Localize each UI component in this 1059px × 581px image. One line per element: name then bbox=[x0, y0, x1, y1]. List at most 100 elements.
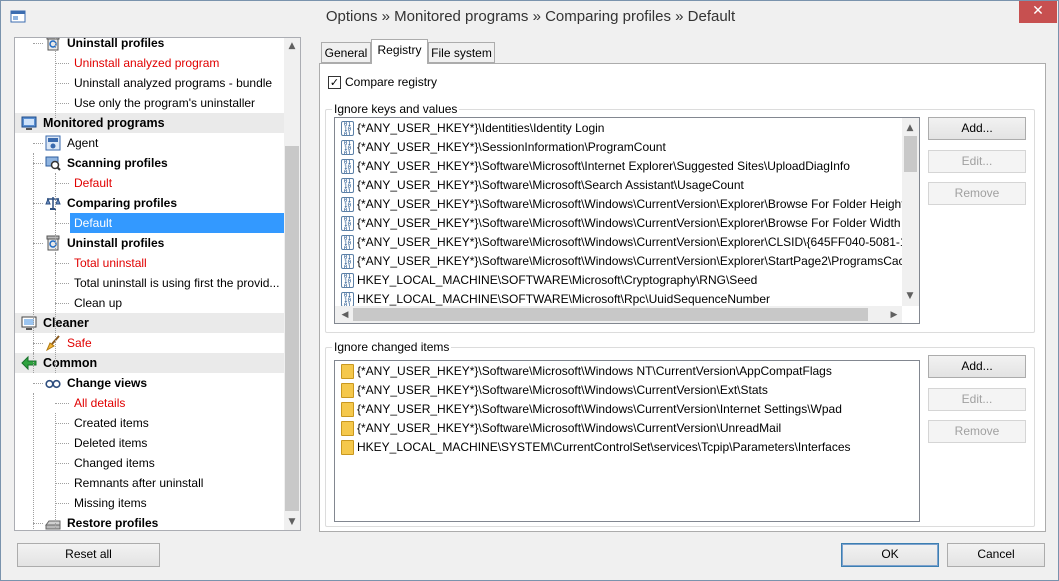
tree-item-label: Remnants after uninstall bbox=[74, 476, 204, 490]
tree-connector bbox=[33, 43, 43, 44]
tab-general[interactable]: General bbox=[321, 42, 371, 63]
list-item[interactable]: 01 10 01 {*ANY_USER_HKEY*}\Identities\Ident… bbox=[335, 119, 905, 138]
title-bar: Options » Monitored programs » Comparing… bbox=[1, 1, 1058, 32]
keys-vertical-scrollbar[interactable]: ▲ ▼ bbox=[902, 118, 919, 306]
scroll-up-icon[interactable]: ▲ bbox=[902, 120, 918, 136]
tree-item-label: Change views bbox=[67, 376, 148, 390]
list-item-text: {*ANY_USER_HKEY*}\Software\Microsoft\Win… bbox=[357, 216, 901, 230]
scroll-down-icon[interactable]: ▼ bbox=[902, 288, 918, 304]
list-item[interactable]: 01 10 01 {*ANY_USER_HKEY*}\Software\Microso… bbox=[335, 195, 905, 214]
folder-icon bbox=[341, 383, 354, 398]
ignore-keys-remove-button[interactable]: Remove bbox=[928, 182, 1026, 205]
scroll-up-icon[interactable]: ▲ bbox=[284, 38, 300, 54]
scrollbar-thumb[interactable] bbox=[285, 146, 299, 511]
list-item[interactable]: {*ANY_USER_HKEY*}\Software\Microsoft\Win… bbox=[335, 400, 905, 419]
compare-registry-label[interactable]: Compare registry bbox=[345, 75, 437, 89]
list-item[interactable]: HKEY_LOCAL_MACHINE\SYSTEM\CurrentControl… bbox=[335, 438, 905, 457]
scrollbar-thumb[interactable] bbox=[353, 308, 868, 321]
tree-item-label: Total uninstall is using first the provi… bbox=[74, 276, 280, 290]
ignore-changed-edit-button[interactable]: Edit... bbox=[928, 388, 1026, 411]
list-item[interactable]: 01 10 01 {*ANY_USER_HKEY*}\Software\Microso… bbox=[335, 233, 919, 252]
tree-item-label: Agent bbox=[67, 136, 99, 150]
tree-connector bbox=[33, 143, 43, 144]
tree-item-label: Deleted items bbox=[74, 436, 148, 450]
tree-item-label: Clean up bbox=[74, 296, 123, 310]
registry-value-icon: 01 10 01 bbox=[341, 254, 354, 269]
tree-connector bbox=[55, 503, 69, 504]
cleaner-icon bbox=[21, 315, 37, 331]
list-item-text: {*ANY_USER_HKEY*}\Software\Microsoft\Win… bbox=[357, 383, 768, 397]
ignore-changed-list[interactable]: {*ANY_USER_HKEY*}\Software\Microsoft\Win… bbox=[334, 360, 920, 522]
tree-connector bbox=[33, 343, 43, 344]
scan-icon bbox=[45, 155, 61, 171]
ok-button[interactable]: OK bbox=[841, 543, 939, 567]
scrollbar-thumb[interactable] bbox=[904, 136, 917, 172]
list-item[interactable]: {*ANY_USER_HKEY*}\Software\Microsoft\Win… bbox=[335, 419, 905, 438]
tree-connector bbox=[33, 243, 43, 244]
list-item[interactable]: 01 10 01 {*ANY_USER_HKEY*}\SessionInformati… bbox=[335, 138, 905, 157]
list-item[interactable]: 01 10 01 {*ANY_USER_HKEY*}\Software\Microso… bbox=[335, 176, 905, 195]
tree-item[interactable]: Scanning profiles bbox=[15, 153, 285, 173]
uninstall-icon bbox=[45, 235, 61, 251]
list-item-text: {*ANY_USER_HKEY*}\Software\Microsoft\Win… bbox=[357, 402, 842, 416]
tree-guide-line bbox=[55, 38, 56, 118]
tree-connector bbox=[55, 183, 69, 184]
ignore-keys-add-button[interactable]: Add... bbox=[928, 117, 1026, 140]
tree-connector bbox=[55, 483, 69, 484]
list-item[interactable]: {*ANY_USER_HKEY*}\Software\Microsoft\Win… bbox=[335, 362, 905, 381]
ignore-keys-edit-button[interactable]: Edit... bbox=[928, 150, 1026, 173]
tab-file-system[interactable]: File system bbox=[428, 42, 495, 63]
agent-icon bbox=[45, 135, 61, 151]
tree-scrollbar[interactable]: ▲ ▼ bbox=[284, 38, 300, 530]
tree-connector bbox=[55, 83, 69, 84]
tree-connector bbox=[33, 163, 43, 164]
tree-guide-line bbox=[33, 393, 34, 530]
keys-horizontal-scrollbar[interactable]: ◀ ▶ bbox=[335, 306, 902, 323]
list-item[interactable]: {*ANY_USER_HKEY*}\Software\Microsoft\Win… bbox=[335, 381, 905, 400]
tree-connector bbox=[55, 283, 69, 284]
scales-icon bbox=[45, 195, 61, 211]
registry-value-icon: 01 10 01 bbox=[341, 178, 354, 193]
tab-registry[interactable]: Registry bbox=[371, 39, 428, 64]
ignore-changed-label: Ignore changed items bbox=[332, 340, 452, 354]
scroll-down-icon[interactable]: ▼ bbox=[284, 514, 300, 530]
ignore-changed-add-button[interactable]: Add... bbox=[928, 355, 1026, 378]
ignore-keys-list[interactable]: 01 10 01 {*ANY_USER_HKEY*}\Identities\Ident… bbox=[334, 117, 920, 324]
registry-value-icon: 01 10 01 bbox=[341, 292, 354, 307]
registry-value-icon: 01 10 01 bbox=[341, 197, 354, 212]
tree-item[interactable]: Change views bbox=[15, 373, 285, 393]
list-item-text: HKEY_LOCAL_MACHINE\SYSTEM\CurrentControl… bbox=[357, 440, 851, 454]
close-button[interactable]: ✕ bbox=[1019, 1, 1057, 23]
list-item[interactable]: 01 10 01 HKEY_LOCAL_MACHINE\SOFTWARE\Micros… bbox=[335, 271, 905, 290]
tree-item-label: Safe bbox=[67, 336, 92, 350]
tree-connector bbox=[55, 63, 69, 64]
list-item[interactable]: 01 10 01 {*ANY_USER_HKEY*}\Software\Microso… bbox=[335, 252, 911, 271]
tree-item-label: Default bbox=[74, 216, 113, 230]
tree-item-label: Uninstall profiles bbox=[67, 236, 165, 250]
tree-item-label: Total uninstall bbox=[74, 256, 147, 270]
scroll-right-icon[interactable]: ▶ bbox=[886, 307, 902, 323]
options-tree[interactable]: Uninstall profiles Uninstall analyzed pro… bbox=[14, 37, 301, 531]
ignore-changed-remove-button[interactable]: Remove bbox=[928, 420, 1026, 443]
tree-item[interactable]: Agent bbox=[15, 133, 285, 153]
registry-value-icon: 01 10 01 bbox=[341, 273, 354, 288]
tree-connector bbox=[55, 403, 69, 404]
cancel-button[interactable]: Cancel bbox=[947, 543, 1045, 567]
list-item-text: {*ANY_USER_HKEY*}\Software\Microsoft\Win… bbox=[357, 364, 832, 378]
reset-all-button[interactable]: Reset all bbox=[17, 543, 160, 567]
compare-registry-checkbox[interactable]: ✓ bbox=[328, 76, 341, 89]
list-item[interactable]: 01 10 01 {*ANY_USER_HKEY*}\Software\Microso… bbox=[335, 157, 905, 176]
registry-value-icon: 01 10 01 bbox=[341, 159, 354, 174]
tree-connector bbox=[55, 443, 69, 444]
list-item-text: {*ANY_USER_HKEY*}\Software\Microsoft\Sea… bbox=[357, 178, 744, 192]
tree-item-label: Common bbox=[43, 356, 98, 370]
list-item-text: {*ANY_USER_HKEY*}\Software\Microsoft\Int… bbox=[357, 159, 850, 173]
folder-icon bbox=[341, 440, 354, 455]
ignore-keys-label: Ignore keys and values bbox=[332, 102, 460, 116]
tree-item-label: Scanning profiles bbox=[67, 156, 168, 170]
list-item[interactable]: 01 10 01 {*ANY_USER_HKEY*}\Software\Microso… bbox=[335, 214, 905, 233]
tree-item[interactable]: Default bbox=[70, 213, 284, 233]
tree-item-label: Default bbox=[74, 176, 113, 190]
scroll-left-icon[interactable]: ◀ bbox=[337, 307, 353, 323]
options-window: Options » Monitored programs » Comparing… bbox=[0, 0, 1059, 581]
